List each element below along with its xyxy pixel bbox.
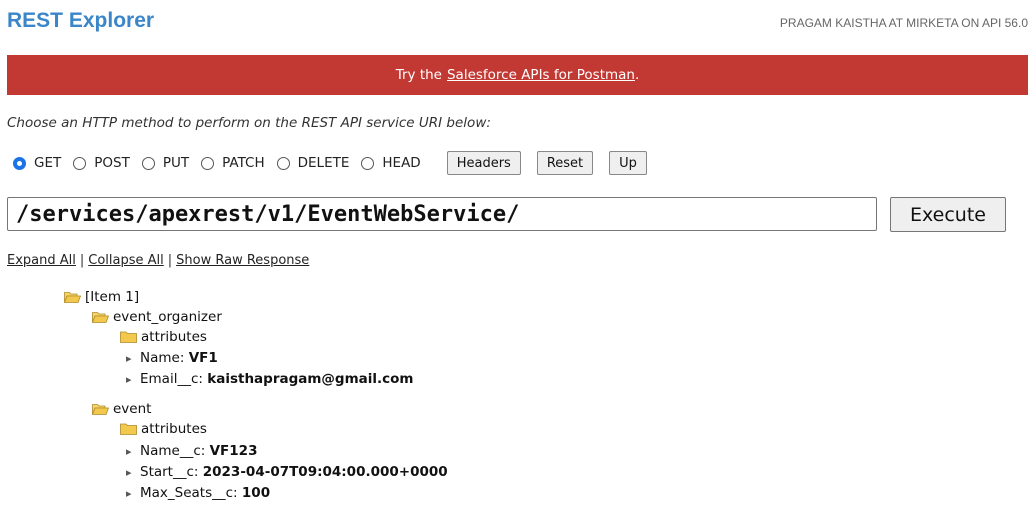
- banner-text: Try the: [395, 67, 442, 83]
- field-value: VF123: [209, 443, 258, 459]
- tree-node-label: event: [113, 401, 152, 417]
- app-title: REST Explorer: [7, 9, 155, 32]
- field-value: 100: [241, 485, 271, 501]
- bullet-arrow-icon: ▸: [126, 486, 132, 500]
- postman-link[interactable]: Salesforce APIs for Postman: [447, 67, 635, 83]
- tree-node-label: attributes: [141, 421, 207, 437]
- method-radio-post[interactable]: POST: [73, 155, 130, 171]
- uri-input[interactable]: /services/apexrest/v1/EventWebService/: [7, 197, 877, 231]
- method-label: DELETE: [297, 155, 350, 171]
- link-separator: |: [167, 253, 173, 268]
- method-label: PATCH: [222, 155, 265, 171]
- method-radio-delete[interactable]: DELETE: [276, 155, 350, 171]
- tree-node-label: attributes: [141, 329, 207, 345]
- radio-circle[interactable]: [73, 156, 87, 170]
- reset-button[interactable]: Reset: [536, 151, 594, 175]
- method-label: GET: [34, 155, 62, 171]
- field-key: Name:: [140, 350, 185, 366]
- radio-circle[interactable]: [201, 156, 215, 170]
- tree-node-event[interactable]: event: [92, 399, 151, 419]
- method-label: PUT: [162, 155, 190, 171]
- field-value: kaisthapragam@gmail.com: [207, 371, 414, 387]
- promo-banner: Try the Salesforce APIs for Postman.: [7, 55, 1028, 95]
- radio-circle[interactable]: [361, 156, 375, 170]
- tree-leaf: ▸ Start__c: 2023-04-07T09:04:00.000+0000: [126, 462, 448, 482]
- up-button[interactable]: Up: [609, 151, 647, 175]
- radio-circle[interactable]: [141, 156, 155, 170]
- tree-leaf: ▸ Name__c: VF123: [126, 441, 257, 461]
- field-value: 2023-04-07T09:04:00.000+0000: [202, 464, 448, 480]
- field-key: Name__c:: [140, 443, 206, 459]
- bullet-arrow-icon: ▸: [126, 351, 132, 365]
- tree-leaf: ▸ Max_Seats__c: 100: [126, 483, 270, 503]
- open-folder-icon: [92, 404, 109, 415]
- method-label: HEAD: [382, 155, 421, 171]
- field-key: Start__c:: [140, 464, 199, 480]
- headers-button[interactable]: Headers: [446, 151, 521, 175]
- link-separator: |: [79, 253, 85, 268]
- expand-all-link[interactable]: Expand All: [7, 253, 76, 268]
- radio-circle[interactable]: [13, 156, 26, 170]
- banner-suffix: .: [634, 67, 640, 83]
- tree-node-label: event_organizer: [113, 309, 222, 325]
- tree-node-attributes[interactable]: attributes: [120, 419, 207, 439]
- field-value: VF1: [188, 350, 218, 366]
- radio-circle[interactable]: [276, 156, 290, 170]
- tree-node-attributes[interactable]: attributes: [120, 327, 207, 347]
- tree-node-event-organizer[interactable]: event_organizer: [92, 307, 222, 327]
- tree-links: Expand All | Collapse All | Show Raw Respons…: [7, 253, 309, 268]
- closed-folder-icon: [120, 423, 137, 435]
- method-selector: GET POST PUT PATCH DELETE HEAD Headers R…: [13, 151, 663, 175]
- show-raw-response-link[interactable]: Show Raw Response: [176, 253, 309, 268]
- method-radio-head[interactable]: HEAD: [361, 155, 421, 171]
- method-prompt: Choose an HTTP method to perform on the …: [7, 115, 491, 131]
- bullet-arrow-icon: ▸: [126, 465, 132, 479]
- bullet-arrow-icon: ▸: [126, 444, 132, 458]
- method-radio-put[interactable]: PUT: [141, 155, 190, 171]
- method-radio-patch[interactable]: PATCH: [201, 155, 265, 171]
- method-radio-get[interactable]: GET: [13, 155, 61, 171]
- field-key: Email__c:: [140, 371, 203, 387]
- tree-node-item[interactable]: [Item 1]: [64, 287, 139, 307]
- open-folder-icon: [92, 312, 109, 323]
- execute-button[interactable]: Execute: [890, 197, 1006, 232]
- tree-leaf: ▸ Name: VF1: [126, 348, 218, 368]
- collapse-all-link[interactable]: Collapse All: [88, 253, 164, 268]
- open-folder-icon: [64, 292, 81, 303]
- tree-leaf: ▸ Email__c: kaisthapragam@gmail.com: [126, 369, 414, 389]
- closed-folder-icon: [120, 331, 137, 343]
- field-key: Max_Seats__c:: [140, 485, 238, 501]
- user-info: PRAGAM KAISTHA AT MIRKETA ON API 56.0: [779, 16, 1028, 30]
- tree-item-label: [Item 1]: [85, 289, 140, 305]
- bullet-arrow-icon: ▸: [126, 372, 132, 386]
- method-label: POST: [94, 155, 130, 171]
